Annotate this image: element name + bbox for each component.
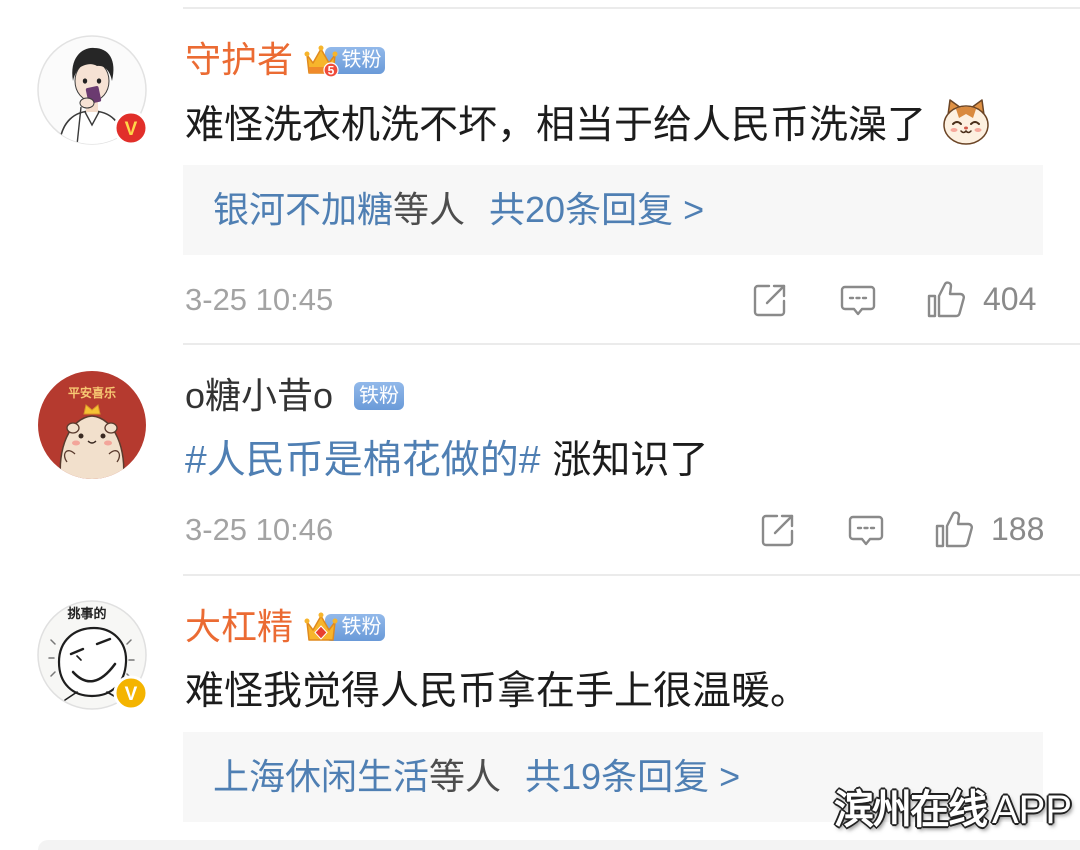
comment-text: 难怪洗衣机洗不坏，相当于给人民币洗澡了	[185, 104, 927, 147]
watermark-brand: 滨州在线	[833, 788, 988, 832]
hashtag-link[interactable]: #人民币是棉花做的#	[185, 429, 540, 485]
comment-list: V 守护者 5 铁粉 难怪洗衣机洗不坏，相当于给人民币洗澡了 银河不加糖等人 共…	[0, 0, 1080, 850]
share-button[interactable]	[758, 510, 798, 550]
verified-label: V	[125, 684, 138, 705]
divider	[183, 574, 1080, 576]
comment-time: 3-25 10:46	[185, 512, 334, 547]
replies-summary: 银河不加糖等人 共20条回复 >	[213, 165, 704, 255]
verified-yellow-icon: V	[113, 675, 149, 711]
share-button[interactable]	[750, 280, 790, 320]
comment-text: 涨知识了	[552, 439, 709, 482]
comment-text: 难怪我觉得人民币拿在手上很温暖。	[185, 670, 810, 713]
replies-summary: 上海休闲生活等人 共19条回复 >	[213, 732, 740, 822]
fan-badge[interactable]: 5 铁粉	[301, 40, 387, 80]
username[interactable]: 守护者	[185, 40, 293, 80]
reply-names: 上海休闲生活	[213, 756, 430, 797]
comment-button[interactable]	[846, 510, 886, 550]
thumbs-up-icon	[935, 511, 973, 548]
watermark: 滨州在线 APP	[834, 780, 1072, 840]
fan-level: 5	[328, 64, 335, 78]
username[interactable]: o糖小昔o	[185, 376, 333, 416]
comment-icon	[848, 515, 884, 546]
username[interactable]: 大杠精	[185, 607, 293, 647]
like-count: 188	[991, 511, 1045, 547]
verified-red-icon: V	[113, 110, 149, 146]
avatar-text: 挑事的	[67, 606, 106, 621]
divider	[183, 343, 1080, 345]
crown-gem-icon	[304, 612, 338, 641]
comment-text-row: 难怪洗衣机洗不坏，相当于给人民币洗澡了	[185, 96, 992, 148]
next-item-edge	[38, 840, 1080, 850]
fan-badge[interactable]: 铁粉	[354, 382, 404, 410]
share-icon	[753, 284, 786, 317]
replies-preview[interactable]: 银河不加糖等人 共20条回复 >	[183, 165, 1043, 255]
reply-count: 共19条回复 >	[525, 756, 741, 797]
crown-icon: 5	[304, 45, 339, 78]
reply-names: 银河不加糖	[213, 189, 394, 230]
share-icon	[761, 514, 794, 547]
thumbs-up-icon	[927, 281, 965, 318]
avatar-text: 平安喜乐	[68, 385, 116, 400]
comment-time: 3-25 10:45	[185, 282, 334, 317]
comment-text-row: #人民币是棉花做的# 涨知识了	[185, 431, 708, 483]
comment-text-row: 难怪我觉得人民币拿在手上很温暖。	[185, 662, 809, 714]
reply-count: 共20条回复 >	[489, 189, 705, 230]
comment-button[interactable]	[838, 280, 878, 320]
avatar[interactable]: 平安喜乐	[37, 370, 147, 480]
cat-face-emoji-icon	[943, 99, 989, 145]
like-count: 404	[983, 281, 1037, 317]
reply-names-suffix: 等人	[393, 189, 466, 230]
like-button[interactable]: 188	[933, 508, 1044, 550]
verified-label: V	[125, 119, 138, 140]
like-button[interactable]: 404	[925, 278, 1036, 320]
divider	[183, 7, 1080, 9]
watermark-suffix: APP	[991, 788, 1072, 832]
comment-icon	[840, 285, 876, 316]
reply-names-suffix: 等人	[429, 756, 502, 797]
fan-badge[interactable]: 铁粉	[301, 607, 387, 647]
